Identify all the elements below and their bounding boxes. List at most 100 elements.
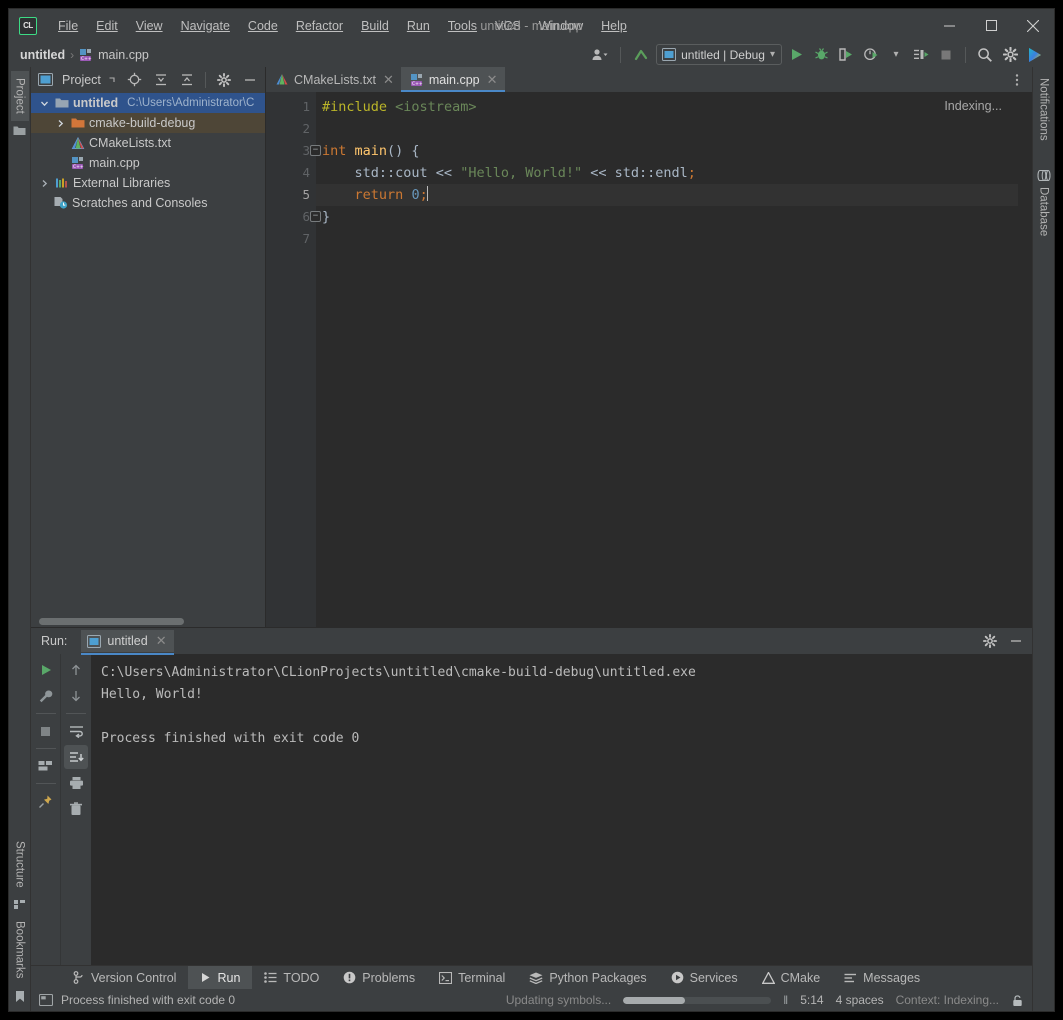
minimize-button[interactable]: [928, 9, 970, 42]
trash-icon[interactable]: [64, 797, 88, 821]
breadcrumb-file[interactable]: main.cpp: [98, 48, 149, 62]
project-horizontal-scrollbar[interactable]: [31, 615, 265, 627]
scrollbar-thumb[interactable]: [39, 618, 184, 625]
menu-item-code[interactable]: Code: [239, 15, 287, 37]
project-settings-gear-icon[interactable]: [214, 70, 234, 90]
close-button[interactable]: [1012, 9, 1054, 42]
ide-features-trainer-icon[interactable]: [1024, 44, 1046, 65]
hide-project-panel-icon[interactable]: [240, 70, 260, 90]
profile-icon[interactable]: [860, 44, 882, 65]
rail-item-notifications[interactable]: Notifications: [1035, 71, 1053, 148]
editor-scrollbar[interactable]: [1018, 92, 1032, 627]
console-icon[interactable]: [39, 994, 53, 1006]
arrow-up-icon[interactable]: [64, 658, 88, 682]
wrench-icon[interactable]: [34, 684, 58, 708]
menu-item-view[interactable]: View: [127, 15, 172, 37]
account-icon[interactable]: [588, 44, 612, 65]
tree-node-scratches[interactable]: Scratches and Consoles: [31, 193, 265, 213]
close-icon[interactable]: ✕: [383, 72, 394, 88]
tree-node-main-cpp[interactable]: C++ main.cpp: [31, 153, 265, 173]
run-icon[interactable]: [785, 44, 807, 65]
rail-item-project[interactable]: Project: [10, 71, 29, 121]
tool-button-messages[interactable]: Messages: [832, 966, 932, 989]
tool-button-run[interactable]: Run: [188, 966, 253, 989]
editor-tab-overflow[interactable]: [1010, 67, 1032, 92]
indent-setting[interactable]: 4 spaces: [836, 993, 884, 1007]
collapse-all-icon[interactable]: [177, 70, 197, 90]
arrow-down-icon[interactable]: [64, 684, 88, 708]
tree-node-untitled[interactable]: untitled C:\Users\Administrator\C: [31, 93, 265, 113]
breadcrumb-project[interactable]: untitled: [20, 48, 65, 62]
menu-item-navigate[interactable]: Navigate: [172, 15, 239, 37]
menu-item-file[interactable]: File: [49, 15, 87, 37]
attach-process-icon[interactable]: [910, 44, 932, 65]
structure-icon[interactable]: [11, 894, 29, 914]
search-icon[interactable]: [974, 44, 996, 65]
caret-position[interactable]: 5:14: [800, 993, 823, 1007]
tree-node-external-libraries[interactable]: External Libraries: [31, 173, 265, 193]
menu-item-help[interactable]: Help: [592, 15, 636, 37]
gear-icon[interactable]: [999, 44, 1021, 65]
rail-database-label: Database: [1037, 186, 1050, 236]
menu-item-tools[interactable]: Tools: [439, 15, 486, 37]
menu-item-run[interactable]: Run: [398, 15, 439, 37]
editor-tab-main-cpp[interactable]: C++ main.cpp ✕: [400, 67, 505, 92]
rail-item-structure[interactable]: Structure: [11, 834, 29, 895]
chevron-down-icon[interactable]: [37, 99, 51, 108]
tool-button-services[interactable]: Services: [659, 966, 750, 989]
pin-icon[interactable]: [34, 789, 58, 813]
print-icon[interactable]: [64, 771, 88, 795]
tool-button-cmake[interactable]: CMake: [750, 966, 833, 989]
tool-label-todo: TODO: [283, 970, 320, 985]
scroll-to-end-icon[interactable]: [64, 745, 88, 769]
rerun-icon[interactable]: [34, 658, 58, 682]
rail-item-database[interactable]: Database: [1035, 162, 1053, 243]
bookmark-icon[interactable]: [11, 986, 29, 1007]
rail-item-bookmarks[interactable]: Bookmarks: [11, 914, 29, 986]
gear-icon[interactable]: [978, 629, 1002, 653]
rail-icon-folder[interactable]: [10, 121, 29, 140]
editor-tab-cmakelists[interactable]: CMakeLists.txt ✕: [266, 67, 401, 92]
close-icon[interactable]: ✕: [156, 633, 167, 649]
project-view-options-icon[interactable]: [107, 70, 119, 90]
tool-button-version-control[interactable]: Version Control: [61, 966, 188, 989]
run-tab-untitled[interactable]: untitled ✕: [81, 630, 174, 655]
tree-node-cmakelists[interactable]: CMakeLists.txt: [31, 133, 265, 153]
pause-background-task-icon[interactable]: ‖: [783, 993, 788, 1007]
layout-icon[interactable]: [34, 754, 58, 778]
maximize-button[interactable]: [970, 9, 1012, 42]
menu-item-refactor[interactable]: Refactor: [287, 15, 352, 37]
stop-icon[interactable]: [34, 719, 58, 743]
run-configuration-selector[interactable]: untitled | Debug ▾: [656, 44, 782, 65]
scroll-from-source-icon[interactable]: [125, 70, 145, 90]
chevron-right-icon[interactable]: [37, 179, 51, 188]
expand-all-icon[interactable]: [151, 70, 171, 90]
rail-structure-label: Structure: [13, 840, 26, 888]
close-icon[interactable]: ✕: [487, 72, 498, 88]
tree-node-cmake-build-debug[interactable]: cmake-build-debug: [31, 113, 265, 133]
profile-dropdown-icon[interactable]: ▾: [885, 44, 907, 65]
menu-item-edit[interactable]: Edit: [87, 15, 127, 37]
tool-button-todo[interactable]: TODO: [252, 966, 331, 989]
progress-bar: [623, 996, 772, 1004]
lock-icon[interactable]: [1011, 994, 1024, 1007]
run-console-output[interactable]: C:\Users\Administrator\CLionProjects\unt…: [91, 654, 1032, 965]
code-content[interactable]: #include <iostream> int main() { std::co…: [316, 92, 1018, 627]
menu-item-vcs[interactable]: VCS: [486, 15, 530, 37]
tool-button-problems[interactable]: Problems: [331, 966, 427, 989]
minimize-icon[interactable]: [1004, 629, 1028, 653]
context-indicator[interactable]: Context: Indexing...: [896, 993, 999, 1007]
run-with-coverage-icon[interactable]: [835, 44, 857, 65]
menu-item-window[interactable]: Window: [530, 15, 592, 37]
svg-text:C++: C++: [81, 56, 92, 62]
editor-gutter[interactable]: 1 2 3 4 5 6 7 − −: [266, 92, 321, 627]
debug-icon[interactable]: [810, 44, 832, 65]
soft-wrap-icon[interactable]: [64, 719, 88, 743]
tool-button-python-packages[interactable]: Python Packages: [517, 966, 658, 989]
token-shift-op-2: <<: [582, 165, 615, 181]
menu-item-build[interactable]: Build: [352, 15, 398, 37]
stop-icon[interactable]: [935, 44, 957, 65]
update-project-icon[interactable]: [629, 44, 653, 65]
chevron-right-icon[interactable]: [53, 119, 67, 128]
tool-button-terminal[interactable]: Terminal: [427, 966, 517, 989]
